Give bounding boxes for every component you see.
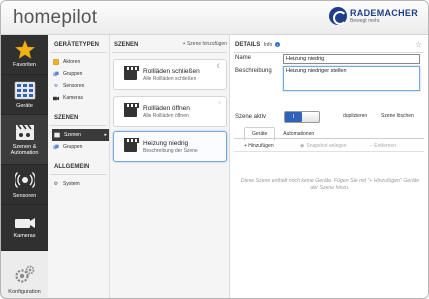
rademacher-logo-icon: [329, 7, 347, 25]
details-heading: DETAILS: [235, 42, 261, 48]
clapperboard-icon: [124, 66, 139, 80]
scene-description: Beschreibung der Szene: [143, 147, 198, 154]
category-label: Gruppen: [63, 144, 83, 150]
brand-tagline: Bewegt mehr.: [350, 17, 381, 24]
category-item-szenen[interactable]: Szenen ▸: [52, 129, 109, 141]
category-item-kameras[interactable]: Kameras: [48, 92, 109, 104]
category-item-szenen-gruppen[interactable]: Gruppen: [48, 141, 109, 153]
gear-icon: [14, 265, 34, 283]
clapperboard-icon: [15, 124, 34, 140]
category-label: Sensoren: [63, 83, 85, 89]
chevron-right-icon: ▸: [104, 132, 107, 138]
snapshot-button[interactable]: ◉ Snapshot anlegen: [300, 143, 347, 149]
nav-label: Konfiguration: [8, 289, 41, 295]
nav-label: Geräte: [16, 102, 33, 109]
empty-state-message: Diese Szene enthält noch keine Geräte. F…: [240, 178, 420, 192]
scene-name: Rollläden öffnen: [143, 104, 190, 112]
scenes-panel: SZENEN + Szene hinzufügen Rollläden schl…: [110, 35, 230, 298]
snapshot-icon: ◉: [300, 143, 305, 149]
nav-label: Kameras: [13, 232, 36, 239]
category-item-aktoren[interactable]: Aktoren: [48, 56, 109, 68]
category-item-sensoren[interactable]: ≋ Sensoren: [48, 80, 109, 92]
nav-item-konfiguration[interactable]: Konfiguration: [1, 251, 48, 298]
name-label: Name: [235, 55, 252, 61]
scene-description: Alle Rollläden öffnen: [143, 112, 189, 119]
scenes-title: SZENEN: [114, 42, 139, 48]
sensor-icon: [14, 171, 35, 188]
brand-name: RADEMACHER: [350, 7, 418, 18]
scene-description: Alle Rollläden schließen: [143, 75, 197, 82]
description-label: Beschreibung: [235, 68, 272, 74]
app-window: homepilot RADEMACHER Bewegt mehr. Favori…: [0, 0, 429, 299]
category-label: Kameras: [63, 95, 84, 101]
nav-item-favoriten[interactable]: Favoriten: [1, 35, 48, 75]
section-title-geraetetypen: GERÄTETYPEN: [50, 35, 107, 53]
info-label: Info: [263, 42, 273, 48]
description-field[interactable]: Heizung niedriger stellen: [283, 66, 420, 91]
section-title-allgemein: ALLGEMEIN: [50, 157, 107, 175]
category-label: System: [63, 181, 80, 187]
info-link[interactable]: Info i: [264, 42, 280, 48]
actuator-icon: [53, 59, 59, 65]
clapperboard-icon: [124, 138, 139, 152]
devices-icon: [14, 81, 35, 100]
duplicate-button[interactable]: duplizieren: [343, 113, 367, 119]
camera-small-icon: [53, 95, 59, 101]
brand-logo-block: RADEMACHER Bewegt mehr.: [329, 7, 418, 25]
sun-icon: ☼: [217, 100, 222, 106]
nav-item-szenen-automation[interactable]: Szenen & Automation: [1, 115, 48, 165]
name-field[interactable]: [283, 54, 420, 64]
category-label: Aktoren: [63, 59, 81, 65]
device-toolbar: + Hinzufügen ◉ Snapshot anlegen − Entfer…: [234, 141, 424, 152]
camera-icon: [14, 217, 35, 228]
system-gear-icon: ⚙: [53, 181, 59, 187]
scene-card-rollladen-schliessen[interactable]: Rollläden schließen Alle Rollläden schli…: [113, 59, 227, 90]
scene-name: Rollläden schließen: [143, 67, 200, 75]
scene-active-label: Szene aktiv: [235, 114, 267, 120]
add-device-button[interactable]: + Hinzufügen: [244, 143, 274, 149]
category-label: Szenen: [64, 132, 81, 138]
clapperboard-small-icon: [54, 132, 60, 138]
category-label: Gruppen: [63, 71, 83, 77]
category-panel: GERÄTETYPEN Aktoren Gruppen ≋ Sensoren K…: [48, 35, 110, 298]
app-title: homepilot: [13, 7, 98, 28]
moon-icon: ☾: [216, 64, 222, 70]
remove-device-button[interactable]: − Entfernen: [370, 143, 396, 149]
nav-label: Szenen & Automation: [10, 143, 39, 156]
snapshot-label: Snapshot anlegen: [306, 143, 347, 149]
tab-divider: [234, 138, 424, 139]
add-scene-button[interactable]: + Szene hinzufügen: [183, 41, 227, 47]
toggle-on-indicator: I: [285, 112, 302, 122]
star-icon: [14, 40, 35, 60]
details-panel: DETAILS Info i ☆ Name Beschreibung Heizu…: [230, 35, 428, 298]
nav-label: Sensoren: [12, 192, 37, 199]
clapperboard-icon: [124, 103, 139, 117]
main-nav: Favoriten Geräte Szenen & Automation Sen…: [1, 35, 48, 298]
scene-name: Heizung niedrig: [143, 139, 189, 147]
nav-item-geraete[interactable]: Geräte: [1, 75, 48, 115]
sensor-small-icon: ≋: [53, 83, 59, 89]
scene-card-heizung-niedrig[interactable]: Heizung niedrig Beschreibung der Szene: [113, 131, 227, 162]
header-bar: homepilot RADEMACHER Bewegt mehr.: [1, 1, 428, 35]
category-item-system[interactable]: ⚙ System: [48, 178, 109, 190]
info-icon: i: [274, 42, 280, 47]
section-title-szenen: SZENEN: [50, 108, 107, 126]
favorite-star-icon[interactable]: ☆: [415, 40, 422, 49]
divider: [234, 52, 424, 53]
scene-active-toggle[interactable]: I: [284, 111, 320, 123]
delete-scene-button[interactable]: Szene löschen: [381, 113, 414, 119]
group-icon: [53, 144, 59, 150]
group-icon: [53, 71, 59, 77]
details-title: DETAILS Info i: [235, 42, 280, 48]
category-item-gruppen[interactable]: Gruppen: [48, 68, 109, 80]
nav-item-kameras[interactable]: Kameras: [1, 205, 48, 251]
nav-item-sensoren[interactable]: Sensoren: [1, 165, 48, 205]
scene-card-rollladen-oeffnen[interactable]: Rollläden öffnen Alle Rollläden öffnen ☼: [113, 96, 227, 127]
nav-label: Favoriten: [13, 62, 36, 69]
